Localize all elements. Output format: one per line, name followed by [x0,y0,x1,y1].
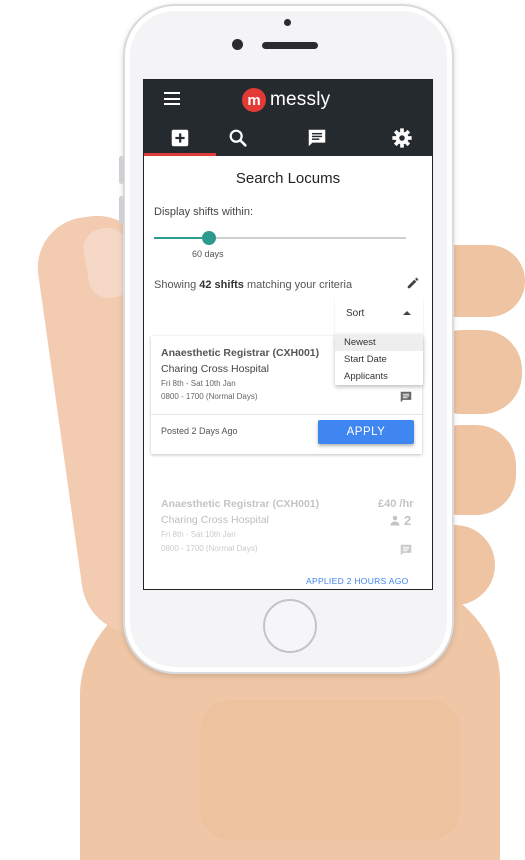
front-camera [232,39,243,50]
logo-mark: m [242,88,266,112]
proximity-sensor [284,19,291,26]
plus-box-icon [171,129,189,147]
results-count: Showing 42 shifts matching your criteria [154,279,352,291]
page-title: Search Locums [235,170,341,187]
person-icon [390,515,400,526]
slider-fill [154,237,210,239]
sort-option-applicants[interactable]: Applicants [335,368,423,385]
sort-dropdown[interactable]: Sort [335,297,423,334]
message-icon [308,129,326,147]
sort-option-newest[interactable]: Newest [335,334,423,351]
gear-icon [392,128,412,148]
logo-text: messly [270,89,331,110]
home-button[interactable] [263,599,317,653]
hamburger-menu-icon[interactable] [164,92,180,105]
tab-add-shift[interactable] [150,120,210,156]
shift-role: Anaesthetic Registrar (CXH001) [161,498,320,510]
app-logo: m messly [242,87,330,113]
tab-messages[interactable] [287,120,347,156]
message-icon[interactable] [399,543,413,557]
slider-value-label: 60 days [192,249,224,259]
sort-menu: Newest Start Date Applicants [335,334,423,385]
hand-wrist [200,700,460,840]
tab-search[interactable] [208,120,268,156]
shift-hospital: Charing Cross Hospital [161,363,269,375]
shift-hours: 0800 - 1700 (Normal Days) [161,392,258,401]
shift-role: Anaesthetic Registrar (CXH001) [161,347,320,359]
app-screen: m messly Search Locums Display shifts wi… [143,79,433,590]
count-suffix: matching your criteria [243,279,353,291]
earpiece-speaker [262,42,318,49]
slider-thumb[interactable] [202,231,217,245]
days-slider[interactable] [154,231,406,245]
shift-hours: 0800 - 1700 (Normal Days) [161,544,258,553]
app-topbar: m messly [144,80,432,156]
message-icon[interactable] [399,390,413,404]
active-tab-indicator [144,153,216,156]
applicant-count: 2 [389,513,411,528]
pencil-edit-icon[interactable] [406,276,420,290]
applicant-number: 2 [404,513,412,528]
shift-dates: Fri 8th - Sat 10th Jan [161,530,236,539]
sort-option-start-date[interactable]: Start Date [335,351,423,368]
shift-rate: £40 /hr [378,498,414,510]
card-divider [151,414,422,415]
applied-status: APPLIED 2 HOURS AGO [306,576,409,586]
count-value: 42 shifts [199,279,244,291]
phone-volume-up [119,156,124,184]
posted-time: Posted 2 Days Ago [161,426,238,436]
caret-up-icon [403,311,411,315]
display-shifts-label: Display shifts within: [154,206,254,218]
shift-hospital: Charing Cross Hospital [161,514,269,526]
tab-settings[interactable] [372,120,432,156]
search-icon [229,129,247,147]
apply-button[interactable]: APPLY [318,420,414,444]
phone-volume-down [119,196,124,224]
shift-dates: Fri 8th - Sat 10th Jan [161,379,236,388]
sort-label: Sort [346,308,365,319]
count-prefix: Showing [154,279,200,291]
